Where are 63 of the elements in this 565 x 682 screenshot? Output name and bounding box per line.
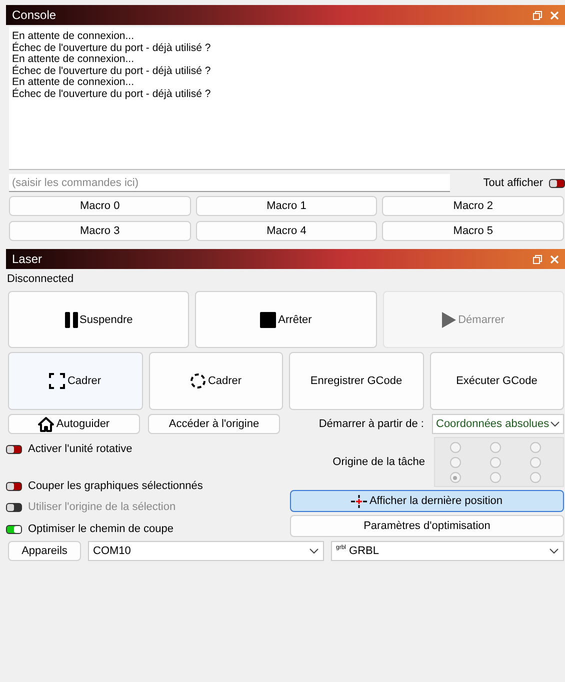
toggle-label: Tout afficher (483, 177, 543, 189)
caret-icon (549, 548, 559, 554)
action-button[interactable]: Enregistrer GCode (289, 352, 424, 410)
start-from-label: Démarrer à partir de : (318, 418, 424, 430)
panel-title: Laser (12, 252, 42, 266)
close-icon[interactable] (550, 254, 559, 264)
option-label: Activer l'unité rotative (28, 443, 132, 455)
macro-button[interactable]: Macro 2 (382, 196, 564, 216)
play-icon (442, 312, 456, 328)
log-line: Échec de l'ouverture du port - déjà utilisé ? (12, 88, 212, 101)
macro-button[interactable]: Macro 1 (196, 196, 378, 216)
radio-button[interactable] (490, 472, 500, 483)
caret-icon (550, 421, 560, 427)
log-line: Échec de l'ouverture du port - déjà utilisé ? (12, 42, 212, 54)
job-origin-label: Origine de la tâche (332, 456, 425, 468)
frame-corners-icon (49, 373, 66, 389)
log-line: En attente de connexion... (12, 54, 134, 66)
radio-button[interactable] (450, 442, 460, 453)
radio-button[interactable] (450, 472, 460, 483)
toggle-switch[interactable] (6, 444, 22, 454)
action-button[interactable]: Autoguider (8, 414, 140, 434)
macro-button[interactable]: Macro 4 (196, 221, 378, 241)
connection-status: Disconnected (7, 273, 74, 285)
macro-button[interactable]: Macro 0 (9, 196, 191, 216)
dashed-circle-icon (190, 373, 206, 389)
devices-button[interactable]: Appareils (8, 541, 81, 561)
log-line: En attente de connexion... (12, 31, 136, 42)
action-button[interactable]: Suspendre (8, 291, 190, 348)
radio-button[interactable] (530, 472, 540, 483)
action-button[interactable]: Cadrer (148, 352, 283, 410)
action-button[interactable]: Accéder à l'origine (148, 414, 280, 434)
show-last-position-button[interactable]: Afficher la dernière position (290, 490, 564, 512)
macro-button[interactable]: Macro 5 (382, 221, 564, 241)
optimization-settings-button[interactable]: Paramètres d'optimisation (290, 515, 564, 537)
close-icon[interactable] (550, 10, 559, 20)
stop-icon (260, 312, 276, 328)
macro-button[interactable]: Macro 3 (9, 221, 191, 241)
crosshair-icon (351, 494, 368, 508)
action-button[interactable]: Cadrer (8, 352, 142, 410)
start-from-dropdown[interactable]: Coordonnées absolues (432, 414, 564, 434)
toggle-switch[interactable] (6, 524, 22, 534)
port-dropdown[interactable]: COM10 (88, 541, 324, 561)
home-icon (38, 416, 54, 432)
pause-icon (64, 312, 78, 328)
restore-icon[interactable] (533, 254, 542, 264)
log-line: Échec de l'ouverture du port - déjà utilisé ? (12, 66, 212, 77)
option-label: Utiliser l'origine de la sélection (28, 501, 176, 513)
caret-icon (309, 548, 319, 554)
action-button[interactable]: Exécuter GCode (430, 352, 564, 410)
toggle-switch[interactable] (6, 482, 22, 490)
radio-button[interactable] (530, 442, 540, 453)
option-label: Couper les graphiques sélectionnés (28, 480, 203, 492)
radio-button[interactable] (530, 457, 540, 468)
restore-icon[interactable] (533, 10, 542, 20)
radio-button[interactable] (490, 457, 500, 468)
log-line: En attente de connexion... (12, 77, 134, 88)
panel-title: Console (12, 8, 56, 22)
toggle-switch[interactable] (549, 178, 565, 188)
action-button[interactable]: Arrêter (195, 291, 377, 348)
radio-button[interactable] (450, 457, 460, 468)
option-label: Optimiser le chemin de coupe (28, 523, 174, 535)
radio-button[interactable] (490, 442, 500, 453)
command-input[interactable]: (saisir les commandes ici) (9, 174, 450, 192)
